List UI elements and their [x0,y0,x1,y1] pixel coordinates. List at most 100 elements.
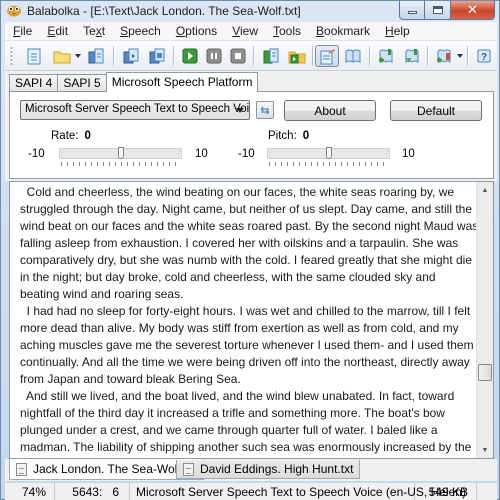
add-bookmark-button[interactable] [375,46,397,66]
next-bookmark-icon [405,48,419,63]
dictionary-button[interactable] [342,46,364,66]
pitch-max-label: 10 [402,148,415,160]
status-cursor-position: 5643: 6 [55,483,130,500]
status-voice: Microsoft Server Speech Text to Speech V… [130,483,466,500]
save-button[interactable] [85,46,107,66]
text-line: Cold and cheerless, the wind beating on … [20,185,455,199]
rate-slider-thumb[interactable] [117,147,124,159]
pitch-slider-thumb[interactable] [325,147,332,159]
tab-sapi4[interactable]: SAPI 4 [9,74,59,91]
toolbar-grip[interactable] [10,46,13,66]
text-line: And still we lived, and the boat lived, … [20,389,455,403]
doc-tab-label: Jack London. The Sea-Wolf.txt [33,462,197,476]
play-button[interactable] [179,46,201,66]
doc-tab-label: David Eddings. High Hunt.txt [200,462,354,476]
toolbar-separator [369,46,370,66]
audio-folder-button[interactable] [286,46,308,66]
open-dropdown-arrow[interactable] [75,54,81,58]
save-audio-icon [149,48,165,64]
text-line: wind beat on our faces and the white sea… [20,219,479,233]
new-document-button[interactable] [23,46,45,66]
menu-text[interactable]: Text [75,24,112,38]
menu-edit[interactable]: Edit [39,24,75,38]
scroll-down-icon[interactable]: ▼ [477,442,493,458]
bookmark-dropdown-arrow[interactable] [457,54,463,58]
window-title: Balabolka - [E:\Text\Jack London. The Se… [27,4,301,18]
export-audio-button[interactable] [260,46,282,66]
help-button[interactable]: ? [473,46,495,66]
show-editor-toggle[interactable] [315,45,339,67]
text-line: from Japan and toward bleak Bering Sea. [20,372,241,386]
pitch-slider[interactable] [267,147,390,159]
open-file-button[interactable] [51,46,73,66]
rate-min-label: -10 [28,148,45,160]
engine-tabs: SAPI 4 SAPI 5 Microsoft Speech Platform [9,72,259,92]
menu-options[interactable]: Options [168,24,224,38]
voice-select-value: Microsoft Server Speech Text to Speech V… [25,103,250,115]
pause-icon [206,48,222,64]
text-line: falling asleep from exhaustion. I covere… [20,236,459,250]
rate-slider[interactable] [59,147,182,159]
help-icon: ? [477,49,491,63]
minimize-icon [407,11,417,14]
save-audio-button[interactable] [146,46,168,66]
voice-select[interactable]: Microsoft Server Speech Text to Speech V… [20,100,250,120]
stop-button[interactable] [227,46,249,66]
title-bar[interactable]: Balabolka - [E:\Text\Jack London. The Se… [1,1,500,21]
menu-bookmark[interactable]: Bookmark [308,24,377,38]
toolbar-separator [427,46,428,66]
add-bookmark-icon [379,48,393,63]
menu-speech[interactable]: Speech [112,24,168,38]
tab-sapi5[interactable]: SAPI 5 [57,74,107,91]
text-line: nightfall of the third day it increased … [20,406,445,420]
read-clipboard-button[interactable] [120,46,142,66]
bookmark-list-button[interactable] [433,46,455,66]
close-button[interactable]: ✕ [451,1,495,20]
menu-view[interactable]: View [224,24,265,38]
vertical-scrollbar[interactable]: ▲ ▼ [476,182,493,458]
pitch-slider-ticks [269,162,389,166]
folder-icon [53,51,71,63]
menu-help[interactable]: Help [377,24,417,38]
text-line: in the night; but day broke, cold and ch… [20,270,436,284]
voice-panel: SAPI 4 SAPI 5 Microsoft Speech Platform … [5,71,497,181]
toolbar-separator [312,46,313,66]
text-file-icon [183,462,194,476]
toolbar: ? [5,41,497,71]
status-zoom: 74% [5,483,55,500]
save-icon [88,48,104,64]
stop-icon [230,48,246,64]
text-line: comparatively dry, but she was numb with… [20,253,473,267]
text-line: madman. The liability of shipping anothe… [20,440,472,454]
minimize-button[interactable] [399,1,425,20]
text-line: more dead than alive. My body was stiff … [20,321,459,335]
about-button[interactable]: About [284,100,376,121]
toolbar-separator [173,46,174,66]
menu-tools[interactable]: Tools [265,24,308,38]
toolbar-separator [253,46,254,66]
text-editor[interactable]: Cold and cheerless, the wind beating on … [9,181,494,459]
pitch-min-label: -10 [238,148,255,160]
editor-content[interactable]: Cold and cheerless, the wind beating on … [20,184,479,456]
scrollbar-thumb[interactable] [478,363,492,381]
document-tabs: Jack London. The Sea-Wolf.txt David Eddi… [5,459,497,481]
next-bookmark-button[interactable] [401,46,423,66]
parrot-app-icon [7,5,21,17]
doc-tab-high-hunt[interactable]: David Eddings. High Hunt.txt [176,460,361,479]
new-document-icon [27,48,41,64]
resize-grip[interactable] [477,483,497,500]
menu-file[interactable]: File [5,24,39,38]
tab-microsoft-speech-platform[interactable]: Microsoft Speech Platform [105,72,259,92]
default-button[interactable]: Default [390,100,482,121]
status-file-size: 549 KB [415,483,477,500]
play-icon [182,48,198,64]
refresh-voices-button[interactable]: ⇆ [256,101,274,119]
bookmark-list-icon [437,49,451,63]
book-icon [345,49,361,63]
doc-tab-sea-wolf[interactable]: Jack London. The Sea-Wolf.txt [9,459,204,480]
scroll-up-icon[interactable]: ▲ [477,182,493,198]
rate-label: Rate: 0 [51,130,91,142]
pause-button[interactable] [203,46,225,66]
maximize-button[interactable] [425,1,451,20]
pitch-label: Pitch: 0 [268,130,309,142]
